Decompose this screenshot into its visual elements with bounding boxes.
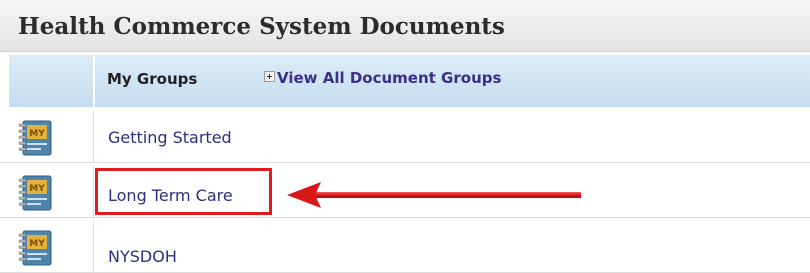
column-divider <box>93 166 94 217</box>
plus-box-icon[interactable] <box>264 71 275 82</box>
title-bar: Health Commerce System Documents <box>0 0 810 52</box>
header-main-cell: My Groups View All Document Groups <box>95 55 810 107</box>
column-divider <box>93 111 94 162</box>
document-group-row: MY Getting Started <box>0 111 810 163</box>
notebook-my-icon: MY <box>18 230 52 266</box>
notebook-my-icon: MY <box>18 175 52 211</box>
document-group-row: MY NYSDOH <box>0 221 810 273</box>
svg-text:MY: MY <box>29 184 45 194</box>
column-divider <box>93 221 94 272</box>
notebook-my-icon: MY <box>18 120 52 156</box>
nysdoh-link[interactable]: NYSDOH <box>108 247 177 266</box>
header-icon-cell <box>9 55 93 107</box>
red-arrow-annotation <box>287 182 581 208</box>
my-groups-label: My Groups <box>107 70 198 88</box>
svg-text:MY: MY <box>29 239 45 249</box>
svg-text:MY: MY <box>29 129 45 139</box>
view-all-document-groups-link[interactable]: View All Document Groups <box>277 69 501 87</box>
page-title: Health Commerce System Documents <box>18 13 505 40</box>
highlight-box <box>95 168 272 215</box>
getting-started-link[interactable]: Getting Started <box>108 128 232 147</box>
groups-header-row: My Groups View All Document Groups <box>0 55 810 107</box>
